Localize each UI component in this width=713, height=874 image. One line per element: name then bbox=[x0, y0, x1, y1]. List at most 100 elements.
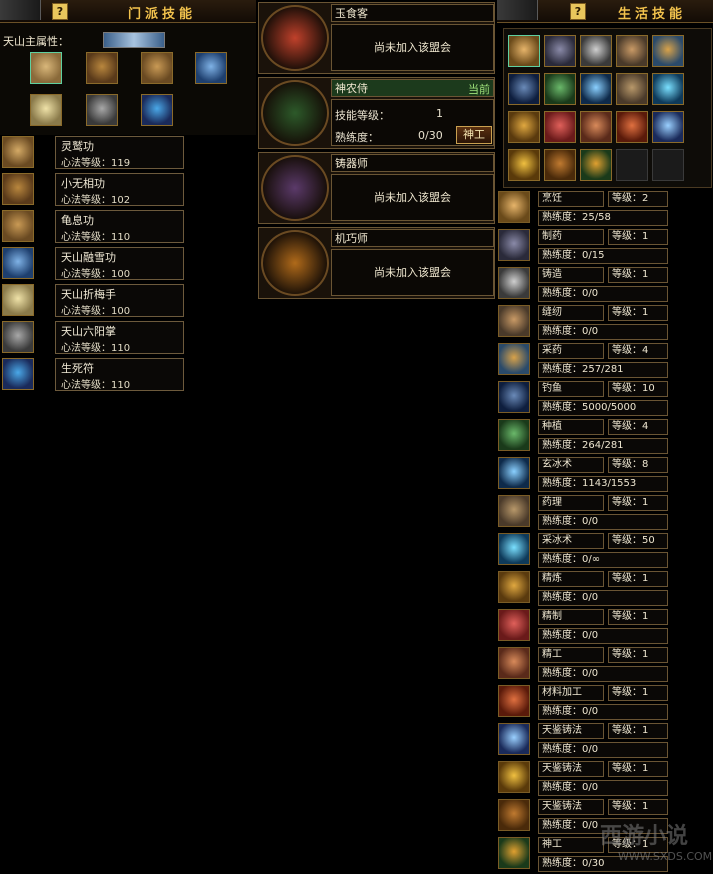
rune-blue-icon[interactable] bbox=[141, 94, 173, 126]
forge-emblem-icon bbox=[261, 155, 329, 221]
ore-icon[interactable] bbox=[616, 111, 648, 143]
hand-icon[interactable] bbox=[580, 111, 612, 143]
herb-icon[interactable] bbox=[498, 343, 530, 375]
life-skill-level: 等级：1 bbox=[608, 571, 668, 587]
phoenix-emblem-icon bbox=[261, 5, 329, 71]
scroll-tan-icon[interactable] bbox=[30, 52, 62, 84]
meat-icon[interactable] bbox=[498, 609, 530, 641]
sect-skill-level: 心法等级：110 bbox=[61, 232, 131, 243]
chest-icon[interactable] bbox=[508, 111, 540, 143]
book-page-icon[interactable] bbox=[30, 94, 62, 126]
life-skill-name[interactable]: 药理 bbox=[538, 495, 604, 511]
rune-blue-icon[interactable] bbox=[2, 358, 34, 390]
cauldron-icon[interactable] bbox=[544, 35, 576, 67]
lightning-icon[interactable] bbox=[498, 723, 530, 755]
life-skill-name[interactable]: 玄冰术 bbox=[538, 457, 604, 473]
anvil-icon[interactable] bbox=[498, 267, 530, 299]
scroll-open-icon[interactable] bbox=[2, 210, 34, 242]
alliance-card[interactable]: 机巧师 尚未加入该盟会 bbox=[258, 227, 495, 299]
books-icon[interactable] bbox=[86, 52, 118, 84]
sect-help-button[interactable]: ? bbox=[52, 3, 68, 20]
scroll-gray-icon[interactable] bbox=[2, 321, 34, 353]
life-skill-name[interactable]: 种植 bbox=[538, 419, 604, 435]
alliance-detail: 技能等级： 1 熟练度： 0/30 神工 bbox=[331, 99, 494, 146]
alliance-name: 铸器师 bbox=[331, 154, 494, 172]
life-skill-name[interactable]: 钓鱼 bbox=[538, 381, 604, 397]
mortar-icon[interactable] bbox=[616, 73, 648, 105]
ice-icon[interactable] bbox=[580, 73, 612, 105]
life-skill-level: 等级：1 bbox=[608, 647, 668, 663]
alliance-card[interactable]: 铸器师 尚未加入该盟会 bbox=[258, 152, 495, 224]
chest-icon[interactable] bbox=[498, 571, 530, 603]
shengong-button[interactable]: 神工 bbox=[456, 126, 492, 144]
chest-gold-icon[interactable] bbox=[498, 761, 530, 793]
life-skill-name[interactable]: 天鉴铸法 bbox=[538, 761, 604, 777]
cauldron-icon[interactable] bbox=[498, 229, 530, 261]
life-skill-name[interactable]: 采药 bbox=[538, 343, 604, 359]
life-skill-level: 等级：1 bbox=[608, 305, 668, 321]
sprout-icon[interactable] bbox=[544, 73, 576, 105]
life-skill-name[interactable]: 材料加工 bbox=[538, 685, 604, 701]
life-help-button[interactable]: ? bbox=[570, 3, 586, 20]
ice-crystal-icon[interactable] bbox=[652, 73, 684, 105]
life-skill-name[interactable]: 精制 bbox=[538, 609, 604, 625]
sect-panel-title: 门派技能 bbox=[128, 7, 197, 22]
sect-skill-entry[interactable]: 天山六阳掌 心法等级：110 bbox=[55, 321, 184, 354]
chest-brown-icon[interactable] bbox=[498, 799, 530, 831]
orbs-icon[interactable] bbox=[580, 149, 612, 181]
food-icon[interactable] bbox=[498, 191, 530, 223]
chest-gold-icon[interactable] bbox=[508, 149, 540, 181]
lightning-icon[interactable] bbox=[652, 111, 684, 143]
orbs-icon[interactable] bbox=[498, 837, 530, 869]
mortar-icon[interactable] bbox=[498, 495, 530, 527]
scroll-gray-icon[interactable] bbox=[86, 94, 118, 126]
blue-book-icon[interactable] bbox=[195, 52, 227, 84]
meat-icon[interactable] bbox=[544, 111, 576, 143]
herb-icon[interactable] bbox=[652, 35, 684, 67]
life-skill-proficiency: 熟练度：0/0 bbox=[538, 742, 668, 758]
life-skill-name[interactable]: 缝纫 bbox=[538, 305, 604, 321]
food-icon[interactable] bbox=[508, 35, 540, 67]
fishing-icon[interactable] bbox=[508, 73, 540, 105]
sect-panel-header: ? 门派技能 bbox=[0, 0, 256, 23]
life-skill-name[interactable]: 精炼 bbox=[538, 571, 604, 587]
life-skill-name[interactable]: 精工 bbox=[538, 647, 604, 663]
sect-skill-entry[interactable]: 灵鹫功 心法等级：119 bbox=[55, 136, 184, 169]
life-skill-name[interactable]: 烹饪 bbox=[538, 191, 604, 207]
sect-skill-entry[interactable]: 生死符 心法等级：110 bbox=[55, 358, 184, 391]
sect-skill-entry[interactable]: 天山折梅手 心法等级：100 bbox=[55, 284, 184, 317]
life-skill-name[interactable]: 制药 bbox=[538, 229, 604, 245]
life-skill-name[interactable]: 神工 bbox=[538, 837, 604, 853]
sect-skill-entry[interactable]: 龟息功 心法等级：110 bbox=[55, 210, 184, 243]
alliance-card[interactable]: 玉食客 尚未加入该盟会 bbox=[258, 2, 495, 74]
hand-icon[interactable] bbox=[498, 647, 530, 679]
anvil-icon[interactable] bbox=[580, 35, 612, 67]
life-skill-level: 等级：10 bbox=[608, 381, 668, 397]
scroll-icon[interactable] bbox=[2, 136, 34, 168]
books-icon[interactable] bbox=[2, 173, 34, 205]
ice-icon[interactable] bbox=[498, 457, 530, 489]
life-skill-name[interactable]: 铸造 bbox=[538, 267, 604, 283]
life-skill-name[interactable]: 天鉴铸法 bbox=[538, 799, 604, 815]
life-skill-level: 等级：2 bbox=[608, 191, 668, 207]
ice-crystal-icon[interactable] bbox=[498, 533, 530, 565]
sprout-icon[interactable] bbox=[498, 419, 530, 451]
proficiency-label: 熟练度： bbox=[335, 131, 379, 144]
sect-skill-entry[interactable]: 小无相功 心法等级：102 bbox=[55, 173, 184, 206]
book-page-icon[interactable] bbox=[2, 284, 34, 316]
scroll-open-icon[interactable] bbox=[141, 52, 173, 84]
needle-icon[interactable] bbox=[498, 305, 530, 337]
life-skill-name[interactable]: 采冰术 bbox=[538, 533, 604, 549]
life-skill-proficiency: 熟练度：5000/5000 bbox=[538, 400, 668, 416]
life-skill-name[interactable]: 天鉴铸法 bbox=[538, 723, 604, 739]
life-panel-title: 生活技能 bbox=[618, 7, 687, 22]
sect-skill-entry[interactable]: 天山融雪功 心法等级：100 bbox=[55, 247, 184, 280]
ore-icon[interactable] bbox=[498, 685, 530, 717]
life-skill-proficiency: 熟练度：0/0 bbox=[538, 628, 668, 644]
chest-brown-icon[interactable] bbox=[544, 149, 576, 181]
blue-book-icon[interactable] bbox=[2, 247, 34, 279]
not-joined-message: 尚未加入该盟会 bbox=[374, 41, 451, 54]
fishing-icon[interactable] bbox=[498, 381, 530, 413]
alliance-card[interactable]: 神农侍 当前 技能等级： 1 熟练度： 0/30 神工 bbox=[258, 77, 495, 149]
needle-icon[interactable] bbox=[616, 35, 648, 67]
